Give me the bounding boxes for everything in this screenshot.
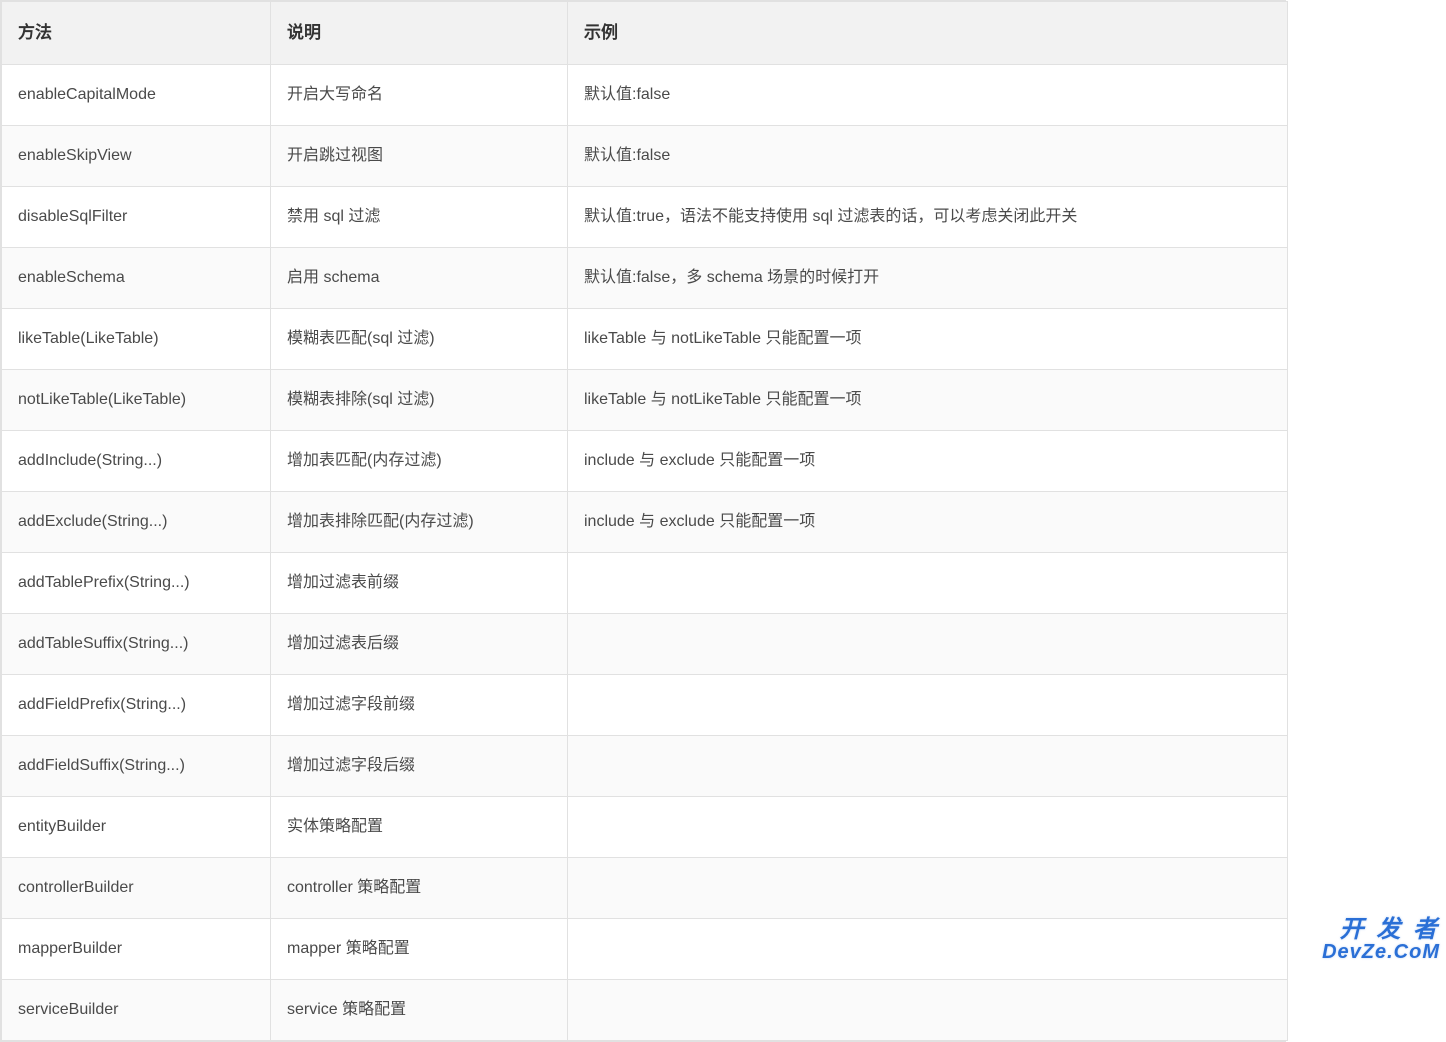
cell-example: 默认值:false <box>568 125 1288 186</box>
cell-description: 增加表匹配(内存过滤) <box>271 430 568 491</box>
cell-example <box>568 735 1288 796</box>
cell-description: 增加过滤字段后缀 <box>271 735 568 796</box>
table-row: disableSqlFilter 禁用 sql 过滤 默认值:true，语法不能… <box>2 186 1288 247</box>
table-row: addInclude(String...) 增加表匹配(内存过滤) includ… <box>2 430 1288 491</box>
cell-description: 模糊表匹配(sql 过滤) <box>271 308 568 369</box>
header-example: 示例 <box>568 2 1288 65</box>
cell-method: entityBuilder <box>2 796 271 857</box>
table-row: likeTable(LikeTable) 模糊表匹配(sql 过滤) likeT… <box>2 308 1288 369</box>
table-row: serviceBuilder service 策略配置 <box>2 979 1288 1040</box>
table-row: notLikeTable(LikeTable) 模糊表排除(sql 过滤) li… <box>2 369 1288 430</box>
cell-description: 禁用 sql 过滤 <box>271 186 568 247</box>
cell-example <box>568 674 1288 735</box>
cell-example: 默认值:false，多 schema 场景的时候打开 <box>568 247 1288 308</box>
cell-method: addFieldPrefix(String...) <box>2 674 271 735</box>
table-row: enableSkipView 开启跳过视图 默认值:false <box>2 125 1288 186</box>
table-row: enableCapitalMode 开启大写命名 默认值:false <box>2 64 1288 125</box>
table-row: addFieldSuffix(String...) 增加过滤字段后缀 <box>2 735 1288 796</box>
table-row: addExclude(String...) 增加表排除匹配(内存过滤) incl… <box>2 491 1288 552</box>
cell-description: 增加过滤表后缀 <box>271 613 568 674</box>
cell-example <box>568 552 1288 613</box>
table-row: controllerBuilder controller 策略配置 <box>2 857 1288 918</box>
cell-example <box>568 796 1288 857</box>
cell-method: addFieldSuffix(String...) <box>2 735 271 796</box>
table-body: enableCapitalMode 开启大写命名 默认值:false enabl… <box>2 64 1288 1040</box>
table-row: addTablePrefix(String...) 增加过滤表前缀 <box>2 552 1288 613</box>
cell-method: addExclude(String...) <box>2 491 271 552</box>
table-row: entityBuilder 实体策略配置 <box>2 796 1288 857</box>
cell-example: 默认值:false <box>568 64 1288 125</box>
watermark: 开 发 者 DevZe.CoM <box>1322 917 1440 963</box>
cell-method: addInclude(String...) <box>2 430 271 491</box>
table-row: mapperBuilder mapper 策略配置 <box>2 918 1288 979</box>
table-row: enableSchema 启用 schema 默认值:false，多 schem… <box>2 247 1288 308</box>
cell-example <box>568 979 1288 1040</box>
table-row: addFieldPrefix(String...) 增加过滤字段前缀 <box>2 674 1288 735</box>
table-header-row: 方法 说明 示例 <box>2 2 1288 65</box>
cell-method: controllerBuilder <box>2 857 271 918</box>
cell-description: 增加表排除匹配(内存过滤) <box>271 491 568 552</box>
cell-example: include 与 exclude 只能配置一项 <box>568 430 1288 491</box>
cell-description: 模糊表排除(sql 过滤) <box>271 369 568 430</box>
cell-method: serviceBuilder <box>2 979 271 1040</box>
cell-description: 开启大写命名 <box>271 64 568 125</box>
cell-description: mapper 策略配置 <box>271 918 568 979</box>
cell-description: 增加过滤字段前缀 <box>271 674 568 735</box>
watermark-line2: DevZe.CoM <box>1322 942 1440 963</box>
cell-description: 增加过滤表前缀 <box>271 552 568 613</box>
header-description: 说明 <box>271 2 568 65</box>
cell-example: include 与 exclude 只能配置一项 <box>568 491 1288 552</box>
cell-method: mapperBuilder <box>2 918 271 979</box>
header-method: 方法 <box>2 2 271 65</box>
api-table: 方法 说明 示例 enableCapitalMode 开启大写命名 默认值:fa… <box>1 1 1288 1041</box>
cell-method: likeTable(LikeTable) <box>2 308 271 369</box>
cell-description: 实体策略配置 <box>271 796 568 857</box>
cell-method: enableSkipView <box>2 125 271 186</box>
cell-example <box>568 918 1288 979</box>
cell-description: service 策略配置 <box>271 979 568 1040</box>
watermark-line1: 开 发 者 <box>1322 917 1440 942</box>
cell-method: notLikeTable(LikeTable) <box>2 369 271 430</box>
table-row: addTableSuffix(String...) 增加过滤表后缀 <box>2 613 1288 674</box>
cell-method: enableCapitalMode <box>2 64 271 125</box>
cell-example <box>568 857 1288 918</box>
cell-example: 默认值:true，语法不能支持使用 sql 过滤表的话，可以考虑关闭此开关 <box>568 186 1288 247</box>
cell-method: disableSqlFilter <box>2 186 271 247</box>
cell-example <box>568 613 1288 674</box>
cell-description: controller 策略配置 <box>271 857 568 918</box>
cell-method: addTableSuffix(String...) <box>2 613 271 674</box>
api-table-container: 方法 说明 示例 enableCapitalMode 开启大写命名 默认值:fa… <box>0 0 1286 1042</box>
cell-method: addTablePrefix(String...) <box>2 552 271 613</box>
cell-example: likeTable 与 notLikeTable 只能配置一项 <box>568 369 1288 430</box>
cell-example: likeTable 与 notLikeTable 只能配置一项 <box>568 308 1288 369</box>
cell-method: enableSchema <box>2 247 271 308</box>
cell-description: 启用 schema <box>271 247 568 308</box>
cell-description: 开启跳过视图 <box>271 125 568 186</box>
